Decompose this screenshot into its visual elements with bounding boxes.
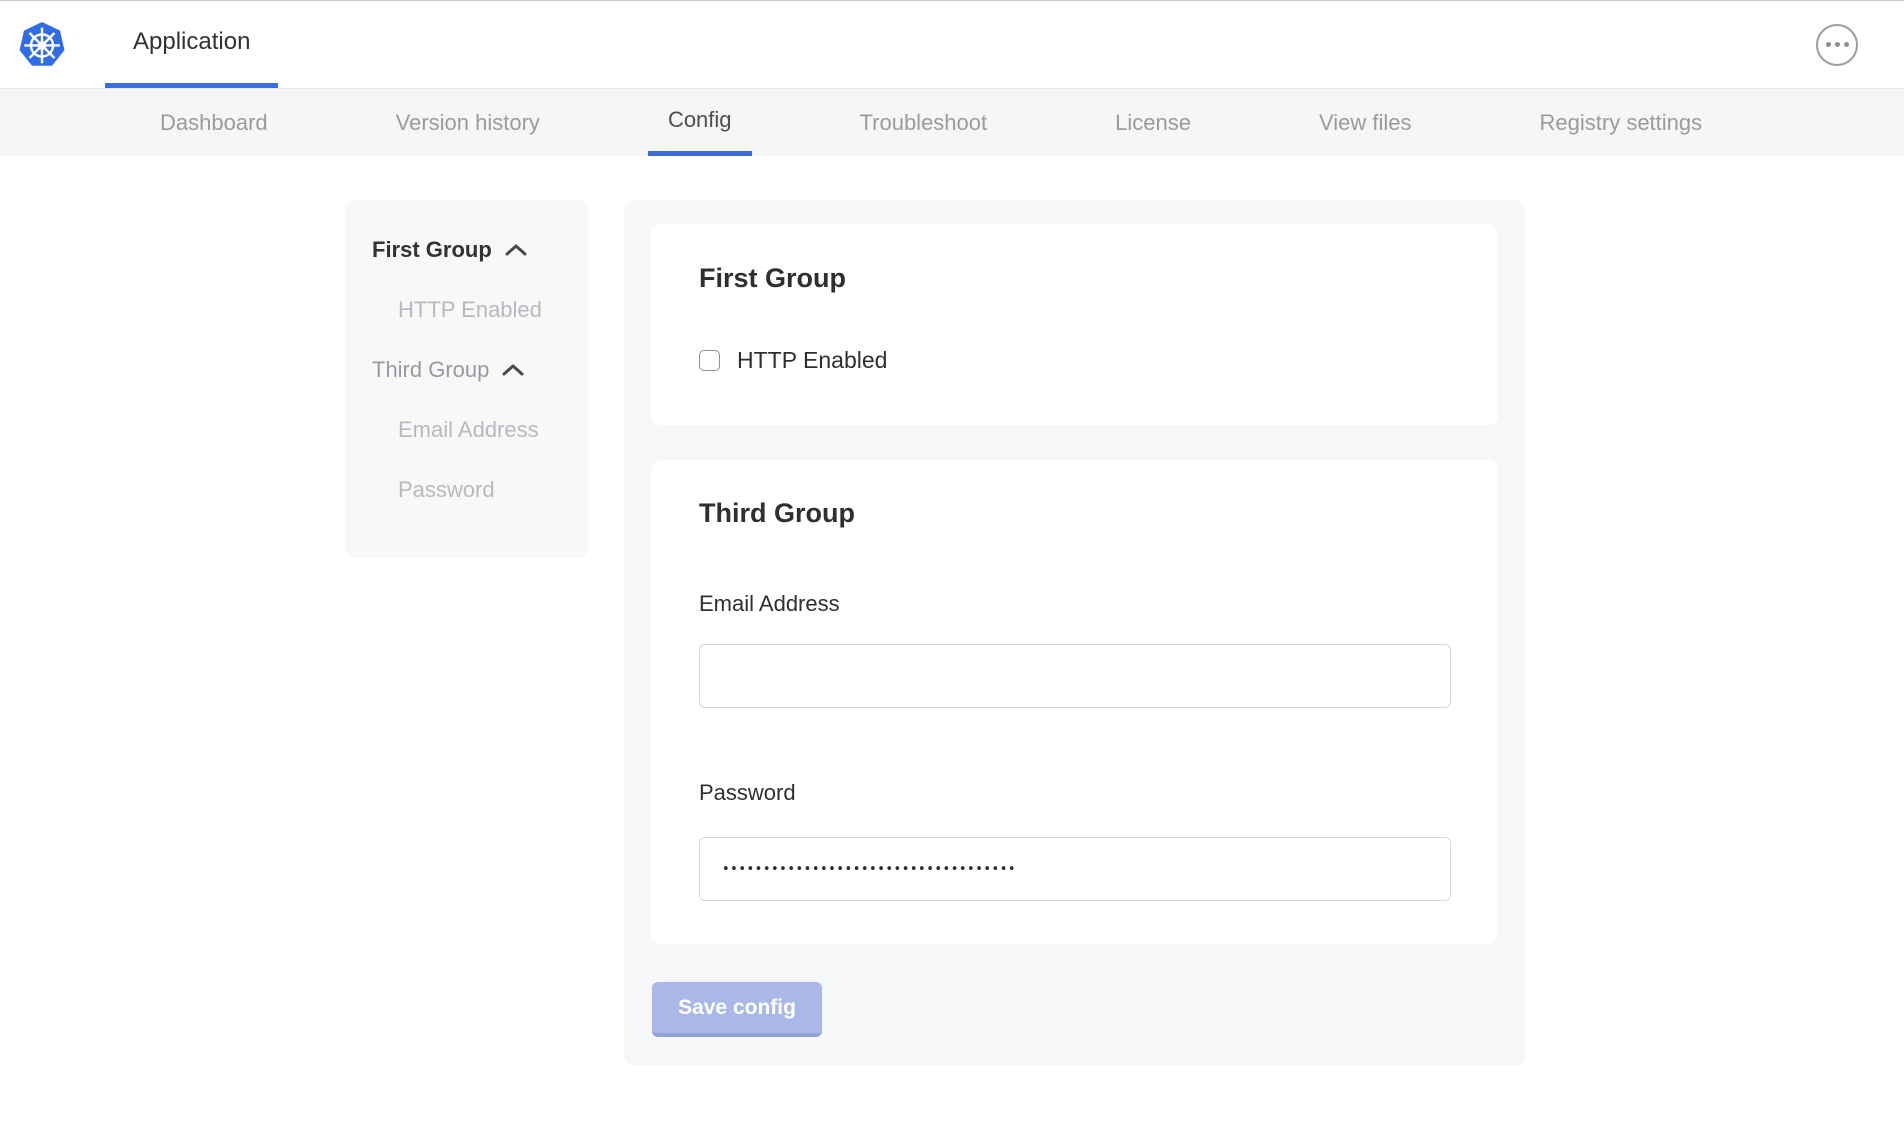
sidebar-item-email-address[interactable]: Email Address	[345, 417, 588, 443]
tab-label: Registry settings	[1540, 110, 1703, 136]
sidebar-item-label: HTTP Enabled	[398, 297, 542, 323]
ellipsis-icon	[1844, 42, 1849, 47]
http-enabled-field: HTTP Enabled	[699, 347, 1450, 374]
sidebar-item-label: Password	[398, 477, 495, 503]
sidebar-group-third-group[interactable]: Third Group	[345, 357, 588, 383]
header-spacer	[278, 1, 1816, 88]
tab-registry-settings[interactable]: Registry settings	[1520, 89, 1723, 156]
group-title: First Group	[699, 263, 1450, 294]
kubernetes-logo-icon	[18, 21, 66, 69]
http-enabled-label[interactable]: HTTP Enabled	[737, 347, 887, 374]
kubernetes-logo[interactable]	[18, 20, 66, 70]
sidebar-group-first-group[interactable]: First Group	[345, 237, 588, 263]
config-group-card-first-group: First Group HTTP Enabled	[651, 224, 1498, 425]
sidebar-item-label: Email Address	[398, 417, 539, 443]
tab-application[interactable]: Application	[105, 1, 278, 88]
email-address-label: Email Address	[699, 591, 1450, 616]
config-panel: First Group HTTP Enabled Third Group Ema…	[624, 200, 1525, 1066]
tab-label: Troubleshoot	[860, 110, 988, 136]
tab-label: Config	[668, 107, 732, 133]
sidebar-item-password[interactable]: Password	[345, 477, 588, 503]
http-enabled-checkbox[interactable]	[699, 350, 720, 371]
more-options-button[interactable]	[1816, 24, 1858, 66]
save-config-button[interactable]: Save config	[652, 982, 822, 1037]
chevron-up-icon	[505, 244, 527, 256]
tab-label: License	[1115, 110, 1191, 136]
app-header: Application	[0, 1, 1904, 89]
tab-label: View files	[1319, 110, 1412, 136]
config-group-card-third-group: Third Group Email Address Password	[651, 460, 1498, 944]
tab-license[interactable]: License	[1095, 89, 1211, 156]
tab-view-files[interactable]: View files	[1299, 89, 1432, 156]
tab-label: Dashboard	[160, 110, 268, 136]
config-groups-sidebar: First Group HTTP Enabled Third Group Ema…	[345, 200, 588, 558]
ellipsis-icon	[1826, 42, 1831, 47]
tab-config[interactable]: Config	[648, 89, 752, 156]
sidebar-group-label: First Group	[372, 237, 492, 263]
email-address-input[interactable]	[699, 644, 1451, 708]
tab-troubleshoot[interactable]: Troubleshoot	[840, 89, 1008, 156]
secondary-nav: Dashboard Version history Config Trouble…	[0, 89, 1904, 156]
sidebar-group-label: Third Group	[372, 357, 489, 383]
group-title: Third Group	[699, 498, 1450, 529]
tab-label: Version history	[396, 110, 540, 136]
tab-dashboard[interactable]: Dashboard	[140, 89, 288, 156]
password-label: Password	[699, 780, 1450, 805]
app-tab-label: Application	[133, 28, 250, 56]
sidebar-item-http-enabled[interactable]: HTTP Enabled	[345, 297, 588, 323]
chevron-up-icon	[502, 364, 524, 376]
tab-version-history[interactable]: Version history	[376, 89, 560, 156]
password-input[interactable]	[699, 837, 1451, 901]
ellipsis-icon	[1835, 42, 1840, 47]
